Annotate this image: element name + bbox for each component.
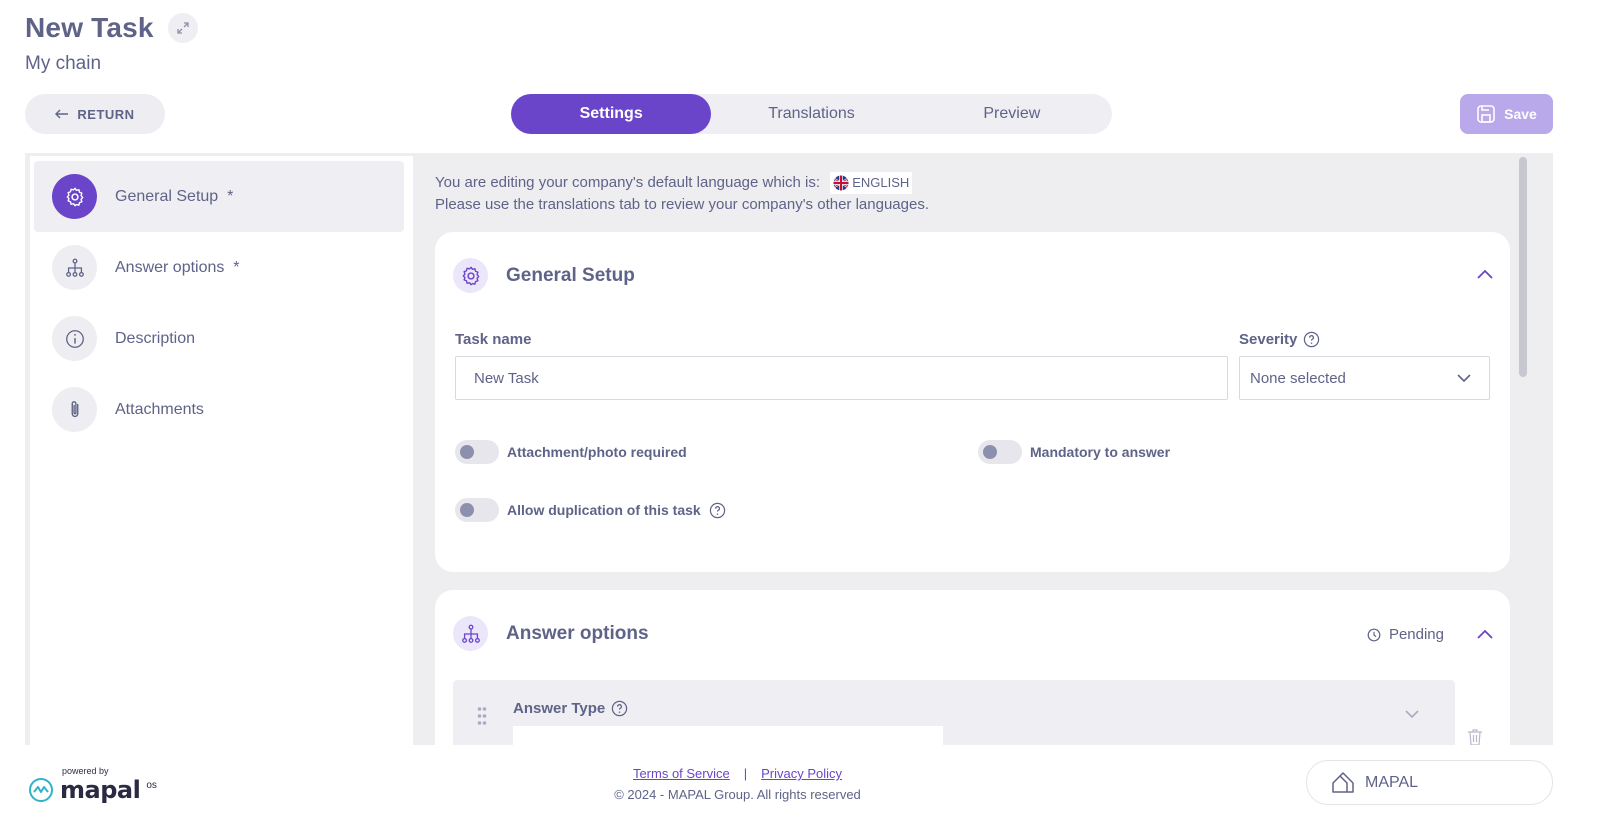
sidebar-item-label: General Setup *: [115, 187, 234, 205]
drag-handle-icon[interactable]: [477, 706, 487, 726]
house-icon: [1332, 771, 1354, 793]
answer-option-row: Answer Type: [453, 680, 1455, 745]
general-setup-card: General Setup Task name Severity None se…: [435, 232, 1510, 572]
task-name-label: Task name: [455, 331, 532, 348]
sidebar-item-label: Description: [115, 329, 196, 347]
mapal-logo-icon: [29, 778, 53, 802]
scrollbar[interactable]: [1519, 157, 1527, 377]
floppy-icon: [1477, 105, 1495, 123]
gear-icon: [453, 258, 488, 293]
sidebar-item-answer-options[interactable]: Answer options *: [34, 232, 404, 303]
main-content: You are editing your company's default l…: [415, 153, 1533, 745]
clock-icon: [1367, 628, 1381, 641]
tree-icon: [52, 245, 97, 290]
card-title: Answer options: [506, 623, 649, 644]
uk-flag-icon: [833, 175, 849, 191]
mandatory-row: Mandatory to answer: [978, 440, 1170, 464]
paperclip-icon: [52, 387, 97, 432]
tab-settings[interactable]: Settings: [511, 94, 712, 134]
tree-icon: [453, 616, 488, 651]
link-separator: |: [743, 766, 748, 781]
trash-icon[interactable]: [1467, 728, 1483, 745]
toggle-label: Attachment/photo required: [507, 444, 687, 460]
help-icon[interactable]: [709, 502, 726, 519]
brand-suffix: os: [146, 779, 157, 791]
tab-bar: Settings Translations Preview: [511, 94, 1112, 134]
task-name-input[interactable]: [455, 356, 1228, 400]
sidebar-item-general-setup[interactable]: General Setup *: [34, 161, 404, 232]
chevron-down-icon[interactable]: [1405, 710, 1419, 719]
workspace: General Setup * Answer options * Descrip…: [25, 153, 1553, 745]
status-badge: Pending: [1367, 626, 1444, 643]
page-subtitle: My chain: [25, 53, 102, 74]
copyright: © 2024 - MAPAL Group. All rights reserve…: [614, 787, 861, 802]
chevron-up-icon[interactable]: [1476, 268, 1494, 280]
chevron-up-icon[interactable]: [1476, 628, 1494, 640]
allow-duplication-toggle[interactable]: [455, 498, 499, 522]
help-icon[interactable]: [1303, 331, 1320, 348]
allow-duplication-row: Allow duplication of this task: [455, 498, 726, 522]
answer-options-card: Answer options Pending Answer Type: [435, 590, 1510, 745]
attachment-required-toggle[interactable]: [455, 440, 499, 464]
terms-link[interactable]: Terms of Service: [633, 766, 730, 781]
arrow-left-icon: [55, 109, 69, 119]
severity-select[interactable]: None selected: [1239, 356, 1490, 400]
expand-button[interactable]: [167, 13, 198, 43]
powered-by-text: powered by: [62, 766, 109, 776]
sidebar-item-attachments[interactable]: Attachments: [34, 374, 404, 445]
card-title: General Setup: [506, 265, 635, 286]
footer-links: Terms of Service | Privacy Policy: [560, 766, 915, 781]
brand-name: mapal: [60, 776, 141, 804]
toggle-label: Mandatory to answer: [1030, 444, 1171, 460]
tab-preview[interactable]: Preview: [912, 94, 1112, 134]
page-title: New Task: [25, 12, 154, 43]
company-label: MAPAL: [1365, 773, 1419, 791]
attachment-required-row: Attachment/photo required: [455, 440, 687, 464]
company-switch-button[interactable]: MAPAL: [1306, 760, 1553, 805]
language-badge: ENGLISH: [830, 172, 913, 195]
sidebar-item-description[interactable]: Description: [34, 303, 404, 374]
sidebar-item-label: Attachments: [115, 400, 204, 418]
answer-type-label: Answer Type: [513, 700, 628, 717]
info-icon: [52, 316, 97, 361]
chevron-down-icon: [1457, 373, 1471, 382]
mandatory-toggle[interactable]: [978, 440, 1022, 464]
section-sidebar: General Setup * Answer options * Descrip…: [30, 156, 413, 745]
gear-icon: [52, 174, 97, 219]
return-button[interactable]: RETURN: [25, 94, 165, 134]
title-row: New Task: [25, 12, 198, 44]
privacy-link[interactable]: Privacy Policy: [761, 766, 842, 781]
toggle-label: Allow duplication of this task: [507, 502, 701, 518]
return-label: RETURN: [77, 106, 135, 122]
severity-label: Severity: [1239, 331, 1320, 348]
help-icon[interactable]: [611, 700, 628, 717]
language-note: You are editing your company's default l…: [435, 172, 929, 214]
expand-icon: [177, 22, 189, 34]
answer-type-select[interactable]: [513, 726, 943, 745]
mapal-logo: powered by mapal os: [28, 766, 157, 804]
sidebar-item-label: Answer options *: [115, 258, 240, 276]
tab-translations[interactable]: Translations: [711, 94, 911, 134]
save-button[interactable]: Save: [1460, 94, 1553, 134]
save-label: Save: [1504, 106, 1537, 122]
